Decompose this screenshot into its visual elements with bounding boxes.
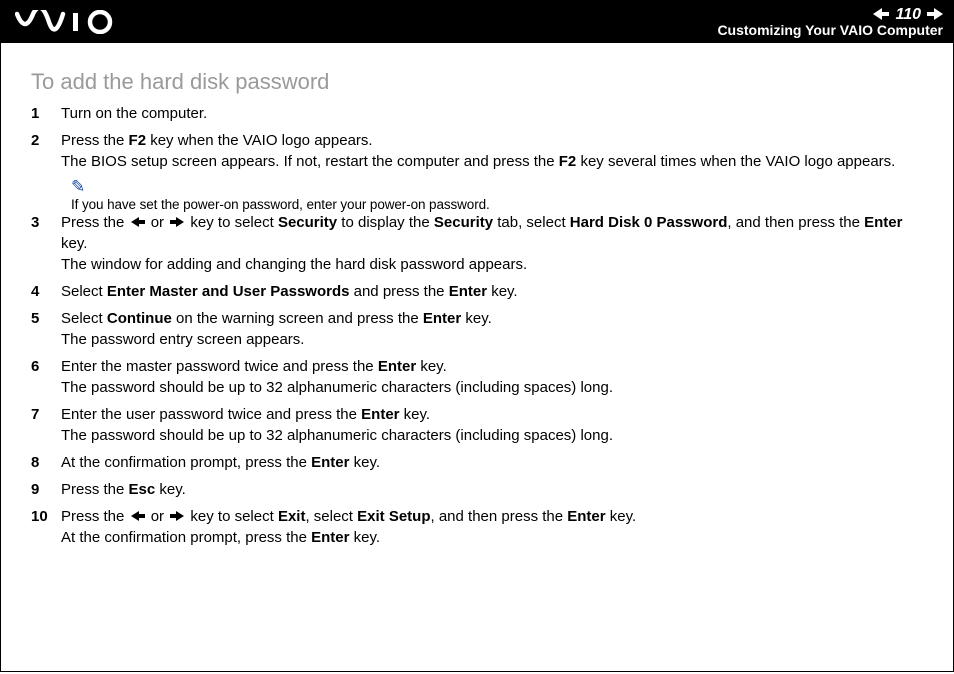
instruction-step: 1Turn on the computer. [31,103,921,124]
step-text: Turn on the computer. [61,103,921,124]
page-title: To add the hard disk password [31,69,921,95]
instruction-step: 3Press the or key to select Security to … [31,212,921,275]
prev-page-icon[interactable] [873,8,889,20]
step-number: 1 [31,103,61,124]
step-text: Enter the user password twice and press … [61,404,921,446]
step-number: 3 [31,212,61,233]
instruction-step: 4Select Enter Master and User Passwords … [31,281,921,302]
instruction-step: 9Press the Esc key. [31,479,921,500]
instruction-step: 2Press the F2 key when the VAIO logo app… [31,130,921,172]
note-text: If you have set the power-on password, e… [71,197,921,212]
vaio-logo [15,10,125,34]
step-text: Select Enter Master and User Passwords a… [61,281,921,302]
step-number: 7 [31,404,61,425]
step-text: Press the or key to select Security to d… [61,212,921,275]
instruction-list: 1Turn on the computer.2Press the F2 key … [31,103,921,548]
step-text: Press the Esc key. [61,479,921,500]
header-bar: 110 Customizing Your VAIO Computer [1,1,953,43]
page-nav: 110 Customizing Your VAIO Computer [717,6,943,39]
next-page-icon[interactable] [927,8,943,20]
step-text: Enter the master password twice and pres… [61,356,921,398]
page-content: To add the hard disk password 1Turn on t… [1,43,953,574]
page-number: 110 [895,6,921,24]
step-number: 2 [31,130,61,151]
step-number: 9 [31,479,61,500]
step-text: At the confirmation prompt, press the En… [61,452,921,473]
step-text: Select Continue on the warning screen an… [61,308,921,350]
step-number: 4 [31,281,61,302]
step-number: 6 [31,356,61,377]
instruction-step: 8At the confirmation prompt, press the E… [31,452,921,473]
step-number: 5 [31,308,61,329]
step-text: Press the F2 key when the VAIO logo appe… [61,130,921,172]
note-block: ✎If you have set the power-on password, … [31,178,921,212]
step-number: 8 [31,452,61,473]
instruction-step: 6Enter the master password twice and pre… [31,356,921,398]
pencil-icon: ✎ [71,178,921,197]
instruction-step: 7Enter the user password twice and press… [31,404,921,446]
section-label: Customizing Your VAIO Computer [717,23,943,38]
instruction-step: 5Select Continue on the warning screen a… [31,308,921,350]
instruction-step: 10Press the or key to select Exit, selec… [31,506,921,548]
step-number: 10 [31,506,61,527]
step-text: Press the or key to select Exit, select … [61,506,921,548]
page-frame: 110 Customizing Your VAIO Computer To ad… [0,0,954,672]
